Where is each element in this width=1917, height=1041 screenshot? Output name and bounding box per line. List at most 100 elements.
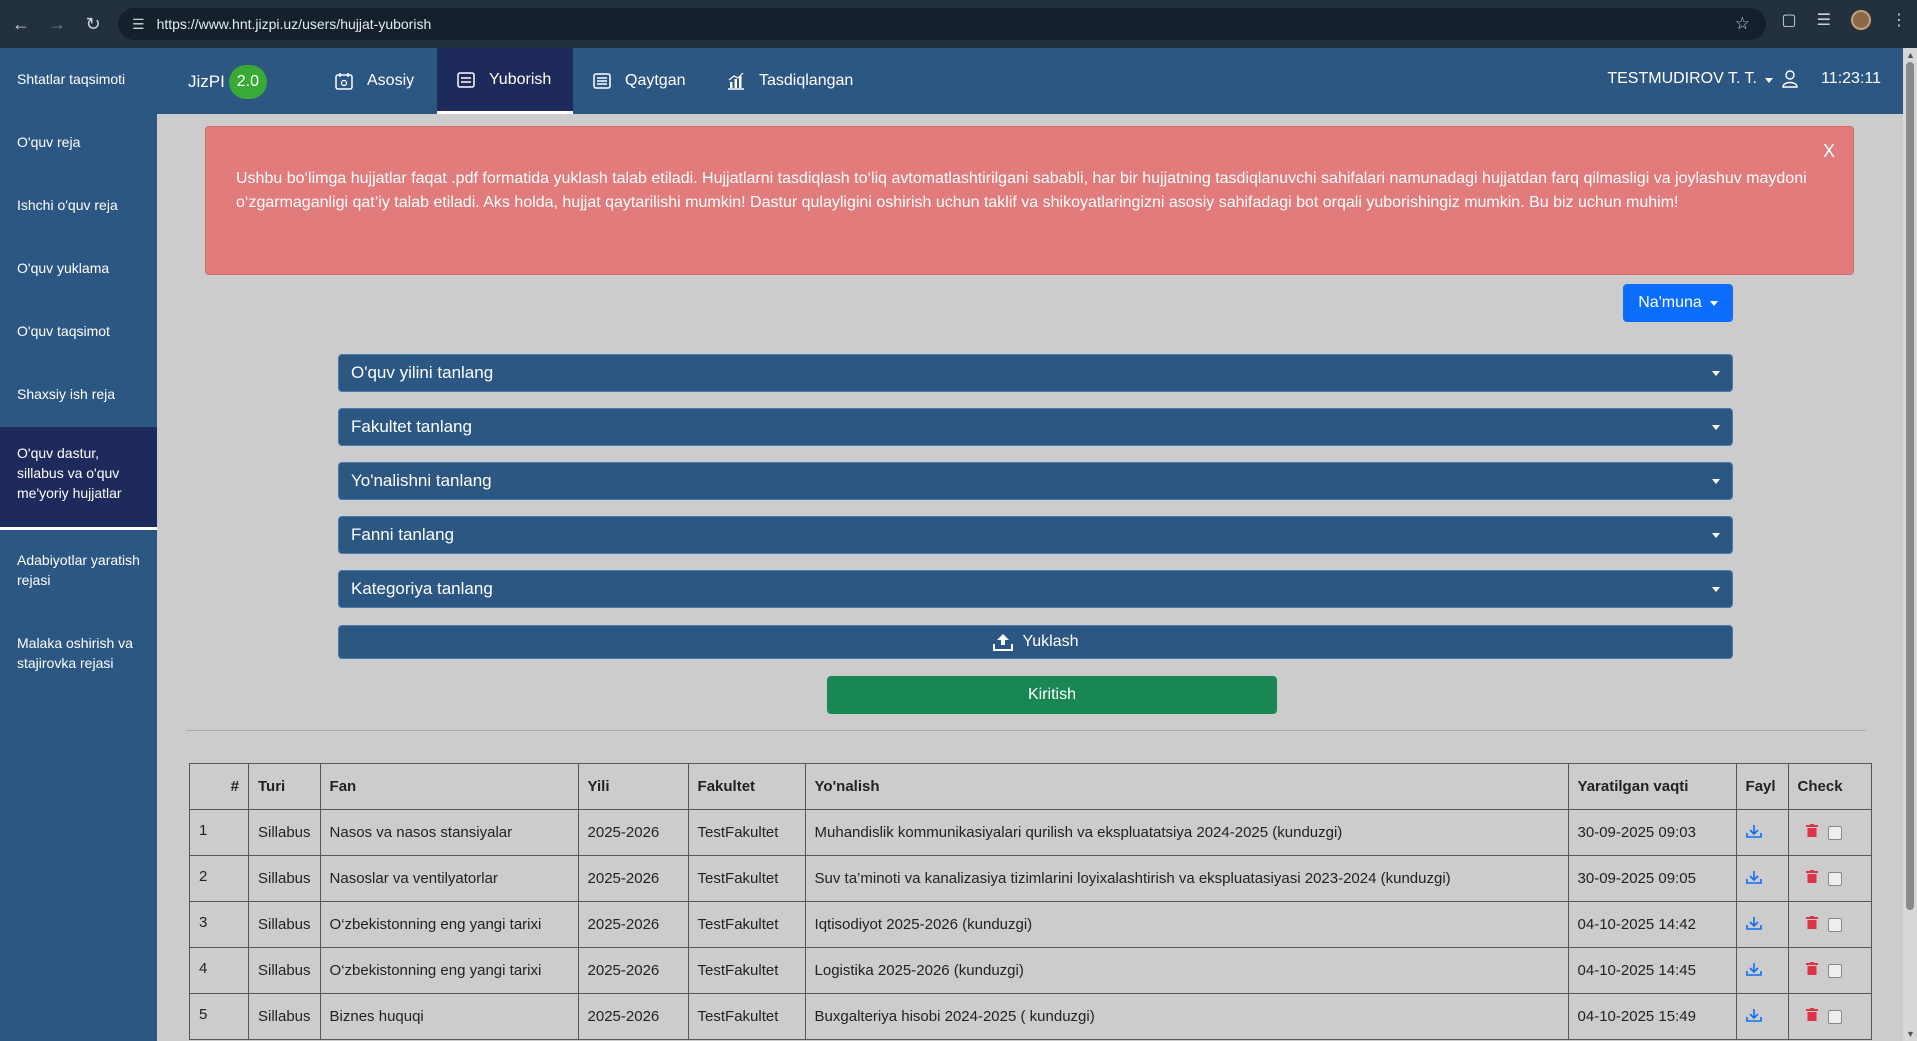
download-icon[interactable] (1745, 916, 1762, 930)
table-row: 4 Sillabus O‘zbekistonning eng yangi tar… (189, 947, 1872, 994)
table-header-row: # Turi Fan Yili Fakultet Yo'nalish Yarat… (189, 763, 1872, 810)
cell-fakultet: TestFakultet (687, 809, 806, 856)
scroll-thumb[interactable] (1906, 62, 1914, 910)
tab-asosiy[interactable]: Asosiy (315, 48, 434, 114)
tab-yuborish-label: Yuborish (489, 70, 552, 88)
table-row: 1 Sillabus Nasos va nasos stansiyalar 20… (189, 809, 1872, 856)
trash-icon[interactable] (1805, 962, 1818, 975)
list-alt-icon (593, 73, 611, 89)
cell-fakultet: TestFakultet (687, 947, 806, 994)
sidebar-item-malaka-oshirish[interactable]: Malaka oshirish va stajirovka rejasi (0, 633, 157, 673)
more-menu-icon[interactable]: ⋮ (1891, 10, 1907, 30)
chevron-down-icon (1712, 533, 1720, 538)
version-badge: 2.0 (228, 65, 267, 99)
select-kategoriya[interactable]: Kategoriya tanlang (338, 570, 1733, 608)
sidebar-item-adabiyotlar[interactable]: Adabiyotlar yaratish rejasi (0, 550, 157, 590)
select-oquv-yili-label: O'quv yilini tanlang (351, 363, 494, 382)
url-text[interactable]: https://www.hnt.jizpi.uz/users/hujjat-yu… (157, 16, 432, 32)
user-icon[interactable] (1782, 70, 1798, 88)
profile-avatar[interactable] (1851, 10, 1871, 30)
tab-asosiy-label: Asosiy (367, 72, 415, 89)
col-header-yaratilgan-vaqti: Yaratilgan vaqti (1567, 763, 1737, 810)
col-header-yonalish: Yo'nalish (804, 763, 1569, 810)
row-number: 2 (189, 855, 249, 902)
row-checkbox[interactable] (1827, 872, 1842, 887)
cell-yili: 2025-2026 (577, 947, 689, 994)
sidebar-item-oquv-taqsimot[interactable]: O'quv taqsimot (0, 321, 157, 341)
sidebar-item-ishchi-oquv-reja[interactable]: Ishchi o'quv reja (0, 195, 157, 215)
cell-fayl (1735, 993, 1789, 1040)
page-scrollbar[interactable]: ▲ ▼ (1903, 48, 1917, 1041)
select-yonalish[interactable]: Yo'nalishni tanlang (338, 462, 1733, 500)
col-header-fan: Fan (319, 763, 579, 810)
namuna-dropdown-button[interactable]: Na'muna (1623, 284, 1733, 322)
download-icon[interactable] (1745, 824, 1762, 838)
download-icon[interactable] (1745, 1008, 1762, 1022)
extensions-icon[interactable]: ▢ (1782, 10, 1797, 30)
tab-tasdiqlangan[interactable]: Tasdiqlangan (707, 48, 873, 114)
cell-check (1787, 901, 1872, 948)
cell-check (1787, 855, 1872, 902)
sidebar: Shtatlar taqsimoti O'quv reja Ishchi o'q… (0, 48, 157, 1041)
sidebar-item-shtatlar[interactable]: Shtatlar taqsimoti (0, 69, 157, 89)
select-yonalish-label: Yo'nalishni tanlang (351, 471, 492, 490)
site-settings-icon[interactable]: ☰ (132, 16, 145, 33)
trash-icon[interactable] (1805, 824, 1818, 837)
cell-fan: Nasos va nasos stansiyalar (319, 809, 579, 856)
download-icon[interactable] (1745, 962, 1762, 976)
col-header-number: # (189, 763, 249, 810)
trash-icon[interactable] (1805, 870, 1818, 883)
col-header-fayl: Fayl (1735, 763, 1789, 810)
tab-tasdiqlangan-label: Tasdiqlangan (759, 72, 854, 89)
submit-button[interactable]: Kiritish (827, 676, 1277, 714)
cell-fan: Nasoslar va ventilyatorlar (319, 855, 579, 902)
col-header-fakultet: Fakultet (687, 763, 806, 810)
documents-table: # Turi Fan Yili Fakultet Yo'nalish Yarat… (189, 763, 1872, 1040)
select-fan[interactable]: Fanni tanlang (338, 516, 1733, 554)
select-oquv-yili[interactable]: O'quv yilini tanlang (338, 354, 1733, 392)
bookmark-star-icon[interactable]: ☆ (1735, 14, 1750, 34)
row-number: 5 (189, 993, 249, 1040)
select-fan-label: Fanni tanlang (351, 525, 455, 544)
cell-yaratilgan-vaqti: 30-09-2025 09:05 (1567, 855, 1737, 902)
select-fakultet[interactable]: Fakultet tanlang (338, 408, 1733, 446)
sidebar-item-oquv-yuklama[interactable]: O'quv yuklama (0, 258, 157, 278)
upload-button[interactable]: Yuklash (338, 625, 1733, 659)
trash-icon[interactable] (1805, 1008, 1818, 1021)
cell-yonalish: Buxgalteriya hisobi 2024-2025 ( kunduzgi… (804, 993, 1569, 1040)
trash-icon[interactable] (1805, 916, 1818, 929)
media-controls-icon[interactable]: ☰ (1817, 10, 1831, 30)
cell-yaratilgan-vaqti: 04-10-2025 15:49 (1567, 993, 1737, 1040)
sidebar-item-shaxsiy-ish-reja[interactable]: Shaxsiy ish reja (0, 384, 157, 404)
brand-logo[interactable]: JizPI 2.0 (188, 65, 267, 99)
chevron-down-icon (1712, 587, 1720, 592)
scroll-down-icon[interactable]: ▼ (1906, 1029, 1915, 1039)
download-icon[interactable] (1745, 870, 1762, 884)
reload-icon[interactable]: ↻ (78, 9, 108, 39)
row-checkbox[interactable] (1827, 826, 1842, 841)
cell-yaratilgan-vaqti: 04-10-2025 14:42 (1567, 901, 1737, 948)
upload-label: Yuklash (1022, 633, 1079, 650)
row-checkbox[interactable] (1827, 964, 1842, 979)
sidebar-item-oquv-reja[interactable]: O'quv reja (0, 132, 157, 152)
row-checkbox[interactable] (1827, 1010, 1842, 1025)
scroll-up-icon[interactable]: ▲ (1906, 50, 1915, 60)
user-menu-dropdown[interactable]: TESTMUDIROV T. T. (1607, 70, 1773, 88)
tab-qaytgan[interactable]: Qaytgan (573, 48, 705, 114)
cell-turi: Sillabus (248, 855, 321, 902)
clock: 11:23:11 (1821, 70, 1881, 87)
select-kategoriya-label: Kategoriya tanlang (351, 579, 493, 598)
close-icon[interactable]: X (1823, 139, 1835, 163)
chevron-down-icon (1712, 371, 1720, 376)
row-checkbox[interactable] (1827, 918, 1842, 933)
cell-fayl (1735, 901, 1789, 948)
sidebar-item-oquv-dastur[interactable]: O'quv dastur, sillabus va o'quv me'yoriy… (0, 427, 157, 530)
forward-icon[interactable]: → (42, 9, 72, 39)
cell-check (1787, 809, 1872, 856)
divider (186, 730, 1866, 731)
address-bar[interactable]: ☰ https://www.hnt.jizpi.uz/users/hujjat-… (118, 8, 1766, 40)
cell-yonalish: Iqtisodiyot 2025-2026 (kunduzgi) (804, 901, 1569, 948)
tab-yuborish[interactable]: Yuborish (437, 48, 573, 114)
cell-turi: Sillabus (248, 901, 321, 948)
back-icon[interactable]: ← (6, 9, 36, 39)
